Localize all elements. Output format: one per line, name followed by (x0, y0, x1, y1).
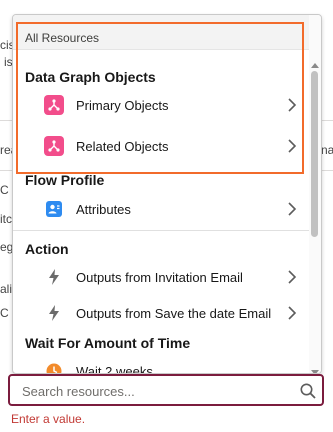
resource-item-outputs-invitation-email[interactable]: Outputs from Invitation Email (13, 261, 309, 293)
resource-item-label: Outputs from Invitation Email (76, 269, 243, 285)
resource-item-outputs-save-the-date-email[interactable]: Outputs from Save the date Email (13, 297, 309, 329)
resource-item-primary-objects[interactable]: Primary Objects (13, 89, 309, 121)
bg-fragment: itc (0, 212, 12, 226)
resource-item-label: Related Objects (76, 138, 169, 154)
clock-icon (44, 361, 64, 373)
validation-error-message: Enter a value. (11, 412, 86, 426)
data-graph-icon (44, 95, 64, 115)
resource-item-label: Wait 2 weeks (76, 363, 153, 374)
chevron-right-icon (286, 269, 298, 285)
section-title-flow-profile: Flow Profile (25, 172, 105, 188)
chevron-right-icon (286, 97, 298, 113)
resource-item-label: Primary Objects (76, 97, 169, 113)
scroll-down-arrow-icon[interactable] (310, 364, 320, 373)
resource-item-label: Outputs from Save the date Email (76, 305, 272, 321)
resource-item-label: Attributes (76, 201, 131, 217)
chevron-right-icon (286, 201, 298, 217)
bg-fragment: C (0, 306, 9, 320)
data-graph-icon (44, 136, 64, 156)
section-title-wait-for-amount-of-time: Wait For Amount of Time (25, 335, 191, 351)
chevron-right-icon (286, 305, 298, 321)
resource-item-related-objects[interactable]: Related Objects (13, 130, 309, 162)
resource-picker-dropdown[interactable]: All Resources Data Graph Objects Primary… (12, 14, 322, 374)
resource-item-wait-2-weeks[interactable]: Wait 2 weeks (13, 355, 309, 374)
lightning-icon (44, 303, 64, 323)
profile-attributes-icon (44, 199, 64, 219)
bg-fragment: C (0, 183, 9, 197)
chevron-right-icon (286, 138, 298, 154)
scrollbar[interactable] (309, 15, 321, 373)
section-title-data-graph-objects: Data Graph Objects (25, 69, 156, 85)
section-title-action: Action (25, 241, 69, 257)
search-field[interactable] (8, 374, 324, 406)
search-resources-input[interactable] (22, 381, 292, 401)
scroll-up-arrow-icon[interactable] (310, 56, 320, 68)
bg-fragment: na (321, 143, 333, 157)
resource-list-header: All Resources (13, 15, 309, 50)
lightning-icon (44, 267, 64, 287)
scrollbar-thumb[interactable] (311, 71, 318, 237)
resource-list: All Resources Data Graph Objects Primary… (13, 15, 309, 373)
all-resources-label: All Resources (25, 31, 100, 45)
section-divider (13, 230, 309, 231)
resource-item-attributes[interactable]: Attributes (13, 193, 309, 225)
search-icon[interactable] (299, 382, 317, 400)
